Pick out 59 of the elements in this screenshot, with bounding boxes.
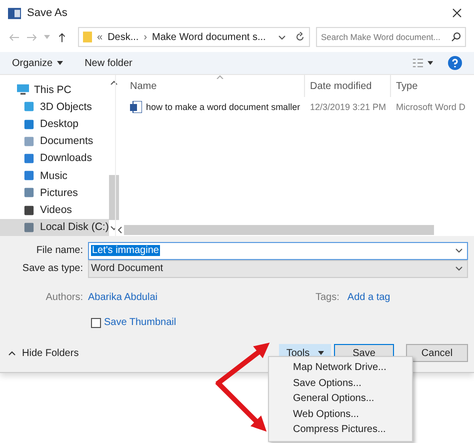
menu-item[interactable]: General Options... [269,391,412,406]
chevron-icon[interactable] [278,34,286,40]
breadcrumb-separator: › [144,32,148,42]
sort-caret-icon [216,75,224,79]
search-icon [451,32,461,42]
refresh-icon[interactable] [295,32,305,42]
table-cell-text: Microsoft Word D [395,102,466,112]
column-header[interactable]: Name [116,75,305,97]
sidebar-item[interactable]: Documents [0,132,109,150]
menu-item[interactable]: Compress Pictures... [269,422,412,438]
scroll-left-icon[interactable] [116,226,124,234]
view-options-icon[interactable] [412,58,434,68]
save-as-type-label: Save as type: [21,263,84,274]
column-header[interactable]: Date modified [305,75,391,97]
sidebar-item[interactable]: Local Disk (C:) [0,218,109,236]
window-title: Save As [27,7,68,19]
chevron-icon [455,248,463,253]
sidebar-item[interactable]: Desktop [0,115,109,133]
sidebar-item[interactable]: Music [0,167,109,184]
close-icon[interactable] [452,8,462,18]
cancel-button[interactable]: Cancel [406,344,468,362]
authors-link[interactable]: Abarika Abdulai [88,292,158,302]
new-folder-button[interactable]: New folder [80,58,136,68]
menu-item[interactable]: Web Options... [269,406,412,422]
checkbox[interactable] [91,318,101,328]
sidebar-item[interactable]: Pictures [0,184,109,202]
caret-icon [8,350,16,356]
caret-icon [56,61,63,65]
search-field[interactable]: Search Make Word document... [316,27,466,47]
word-document-icon [130,101,142,113]
address-bar[interactable]: « Desk... › Make Word document s... [78,27,310,47]
add-tag-link[interactable]: Add a tag [347,292,390,302]
menu-item[interactable]: Save Options... [269,376,412,391]
tags-label: Tags: [316,292,340,302]
sidebar-item[interactable]: Downloads [0,150,109,168]
help-icon[interactable] [448,56,462,70]
arrow [215,342,270,386]
scroll-up-icon[interactable] [110,79,118,87]
word-app-icon [8,6,21,20]
scrollbar-thumb[interactable] [124,225,434,235]
file-name[interactable]: how to make a word document smaller [146,102,300,112]
hide-folders-button[interactable]: Hide Folders [0,346,85,360]
organize-button[interactable]: Organize [8,58,67,68]
save-thumbnail-label[interactable]: Save Thumbnail [104,317,176,328]
arrow [215,380,267,432]
save-as-type-dropdown[interactable]: Word Document [88,260,468,278]
authors-label: Authors: [44,292,84,302]
chevron-icon [455,266,463,271]
up-arrow-icon[interactable] [56,32,68,42]
menu-item[interactable]: Map Network Drive... [269,360,412,376]
sidebar-item[interactable]: This PC [0,81,109,98]
sidebar-item[interactable]: Videos [0,202,109,219]
computer-icon [17,84,29,96]
sidebar-item[interactable]: 3D Objects [0,98,109,116]
table-cell-text: 12/3/2019 3:21 PM [309,102,388,112]
file-name-label: File name: [35,245,84,256]
file-name-field[interactable]: Let's immagine [88,242,468,260]
column-header[interactable]: Type [391,75,474,97]
scrollbar-thumb[interactable] [108,175,119,220]
